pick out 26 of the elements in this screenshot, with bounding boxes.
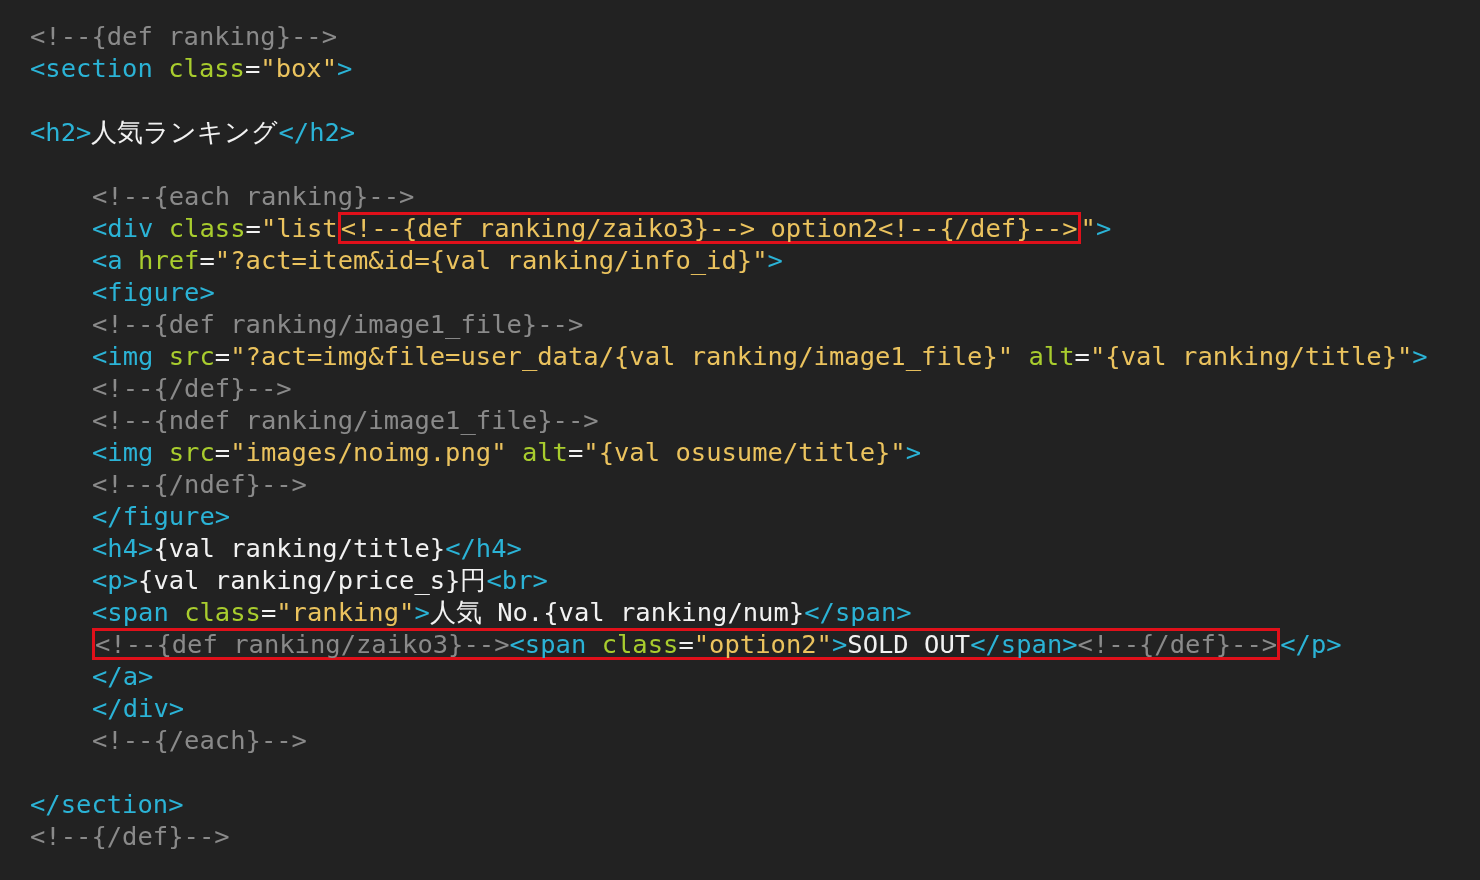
- code-text: <!--{each ranking}-->: [92, 180, 415, 212]
- code-text: <!--{/each}-->: [92, 724, 307, 756]
- code-text: <!--{/def}-->: [92, 372, 292, 404]
- code-text: </p>: [1280, 628, 1342, 660]
- code-text: </div>: [92, 692, 185, 724]
- code-text: </section>: [30, 788, 184, 820]
- code-text: <figure>: [92, 276, 215, 308]
- code-text: <!--{def ranking}-->: [30, 20, 338, 52]
- code-text: <!--{/ndef}-->: [92, 468, 307, 500]
- code-text: </figure>: [92, 500, 231, 532]
- code-text: <span class="ranking">人気 No.{val ranking/num}</span>: [92, 596, 912, 628]
- highlighted-code: <!--{def ranking/zaiko3}--> option2<!--{/def}-->: [337, 212, 1081, 244]
- code-text: <a href="?act=item&id={val ranking/info_id}">: [92, 244, 783, 276]
- code-text: <h4>{val ranking/title}</h4>: [92, 532, 522, 564]
- code-text: <h2>人気ランキング</h2>: [30, 116, 356, 148]
- code-text: ">: [1080, 212, 1112, 244]
- code-text: <img src="images/noimg.png" alt="{val osusume/title}">: [92, 436, 922, 468]
- highlighted-code: <!--{def ranking/zaiko3}--><span class="option2">SOLD OUT</span><!--{/def}-->: [92, 628, 1281, 660]
- code-text: <!--{def ranking/image1_file}-->: [92, 308, 584, 340]
- code-text: <!--{/def}-->: [30, 820, 230, 852]
- code-text: </a>: [92, 660, 154, 692]
- code-text: <section class="box">: [30, 52, 353, 84]
- code-text: <div class="list: [92, 212, 338, 244]
- code-text: <p>{val ranking/price_s}円<br>: [92, 564, 548, 596]
- code-text: <img src="?act=img&file=user_data/{val ranking/image1_file}" alt="{val ranking/title}">: [92, 340, 1428, 372]
- code-text: <!--{ndef ranking/image1_file}-->: [92, 404, 599, 436]
